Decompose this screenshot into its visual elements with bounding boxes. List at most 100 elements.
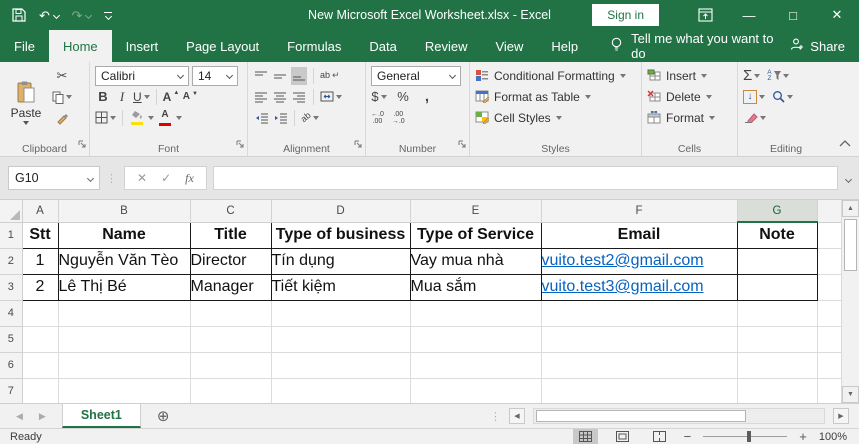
cell-F2[interactable]: vuito.test2@gmail.com (540, 247, 738, 275)
number-dialog-launcher-icon[interactable] (458, 136, 467, 154)
insert-function-icon[interactable]: fx (185, 171, 194, 186)
cell-C3[interactable]: Manager (189, 273, 272, 301)
maximize-button[interactable]: □ (771, 0, 815, 30)
cell-G4[interactable] (737, 300, 818, 327)
font-size-select[interactable]: 14 (192, 65, 238, 86)
cell-D2[interactable]: Tín dụng (270, 247, 411, 275)
cell-styles-button[interactable]: Cell Styles (475, 107, 636, 128)
cell-filler[interactable] (817, 222, 842, 249)
cell-F4[interactable] (541, 300, 738, 327)
merge-center-icon[interactable] (320, 88, 342, 106)
cancel-icon[interactable]: ✕ (137, 171, 147, 185)
cell-D5[interactable] (271, 326, 411, 353)
cell-B7[interactable] (58, 378, 191, 403)
fill-down-icon[interactable]: ↓ (743, 88, 765, 106)
formula-bar-resize-handle[interactable]: ⋮ (106, 172, 118, 185)
insert-cells-button[interactable]: Insert (647, 65, 732, 86)
sheet-nav-left-icon[interactable]: ◀ (16, 411, 23, 422)
column-header-E[interactable]: E (410, 200, 542, 223)
sheet-nav-right-icon[interactable]: ▶ (39, 411, 46, 422)
delete-cells-button[interactable]: Delete (647, 86, 732, 107)
align-top-icon[interactable] (253, 67, 269, 85)
cell-G6[interactable] (737, 352, 818, 379)
hscroll-right-icon[interactable]: ▶ (833, 408, 849, 424)
undo-button[interactable]: ↶ (39, 9, 60, 22)
borders-icon[interactable] (95, 109, 116, 127)
clipboard-dialog-launcher-icon[interactable] (78, 136, 87, 154)
column-header-G[interactable]: G (737, 200, 818, 223)
cell-C6[interactable] (190, 352, 272, 379)
orientation-icon[interactable]: ab (299, 109, 320, 127)
sheet-tab-sheet1[interactable]: Sheet1 (61, 404, 141, 428)
cell-E7[interactable] (410, 378, 542, 403)
column-header-D[interactable]: D (271, 200, 411, 223)
sign-in-button[interactable]: Sign in (592, 4, 659, 26)
italic-button[interactable]: I (114, 88, 130, 106)
copy-icon[interactable] (52, 88, 72, 106)
zoom-out-icon[interactable]: − (684, 429, 692, 444)
cell-A7[interactable] (22, 378, 59, 403)
decrease-decimal-icon[interactable]: .00 →.0 (392, 111, 405, 125)
sort-filter-icon[interactable]: AZ (767, 67, 789, 85)
conditional-formatting-button[interactable]: Conditional Formatting (475, 65, 636, 86)
cell-filler[interactable] (817, 274, 842, 301)
cell-F3[interactable]: vuito.test3@gmail.com (540, 273, 738, 301)
autosum-icon[interactable]: Σ (743, 67, 761, 85)
row-header-1[interactable]: 1 (0, 222, 23, 249)
cell-G2[interactable] (736, 247, 818, 275)
cell-B2[interactable]: Nguyễn Văn Tèo (57, 247, 191, 275)
cell-G3[interactable] (736, 273, 818, 301)
horizontal-scroll-thumb[interactable] (536, 410, 746, 422)
collapse-ribbon-icon[interactable] (839, 134, 851, 152)
format-cells-button[interactable]: Format (647, 107, 732, 128)
cell-G7[interactable] (737, 378, 818, 403)
tab-splitter-handle[interactable]: ⋮ (490, 410, 501, 423)
cell-A5[interactable] (22, 326, 59, 353)
customize-qat-icon[interactable] (104, 11, 113, 20)
column-header-B[interactable]: B (58, 200, 191, 223)
cell-C5[interactable] (190, 326, 272, 353)
cell-B4[interactable] (58, 300, 191, 327)
align-center-icon[interactable] (272, 88, 288, 106)
percent-style-icon[interactable]: % (395, 88, 411, 106)
tab-page-layout[interactable]: Page Layout (172, 30, 273, 62)
clear-eraser-icon[interactable] (743, 109, 766, 127)
accounting-format-icon[interactable]: $ (371, 88, 387, 106)
align-bottom-icon[interactable] (291, 66, 307, 85)
cell-F6[interactable] (541, 352, 738, 379)
vertical-scrollbar[interactable]: ▲ ▼ (841, 200, 859, 403)
save-icon[interactable] (12, 8, 26, 22)
cell-E4[interactable] (410, 300, 542, 327)
cell-E3[interactable]: Mua sắm (409, 273, 542, 301)
select-all-corner[interactable] (0, 200, 23, 223)
cell-F1[interactable]: Email (540, 221, 738, 249)
underline-button[interactable]: U (133, 88, 150, 106)
tab-view[interactable]: View (481, 30, 537, 62)
new-sheet-icon[interactable]: ⊕ (157, 404, 170, 428)
cell-C2[interactable]: Director (189, 247, 272, 275)
number-format-select[interactable]: General (371, 65, 461, 86)
increase-font-icon[interactable]: A ▲ (163, 88, 180, 106)
column-header-A[interactable]: A (22, 200, 59, 223)
tab-review[interactable]: Review (411, 30, 482, 62)
align-right-icon[interactable] (291, 88, 307, 106)
tab-data[interactable]: Data (355, 30, 410, 62)
tab-formulas[interactable]: Formulas (273, 30, 355, 62)
column-header-C[interactable]: C (190, 200, 272, 223)
cell-filler[interactable] (817, 326, 842, 353)
increase-decimal-icon[interactable]: ←.0.00 (371, 111, 384, 125)
font-dialog-launcher-icon[interactable] (236, 136, 245, 154)
cell-G5[interactable] (737, 326, 818, 353)
row-header-5[interactable]: 5 (0, 326, 23, 353)
cell-A4[interactable] (22, 300, 59, 327)
cell-A3[interactable]: 2 (21, 273, 59, 301)
format-painter-icon[interactable] (52, 109, 72, 127)
vertical-scroll-thumb[interactable] (844, 219, 857, 271)
tell-me-box[interactable]: Tell me what you want to do (610, 30, 790, 62)
row-header-2[interactable]: 2 (0, 248, 23, 275)
cell-B3[interactable]: Lê Thị Bé (57, 273, 191, 301)
cell-A2[interactable]: 1 (21, 247, 59, 275)
row-header-3[interactable]: 3 (0, 274, 23, 301)
zoom-slider-thumb[interactable] (747, 431, 752, 442)
name-box[interactable]: G10 (8, 166, 100, 190)
